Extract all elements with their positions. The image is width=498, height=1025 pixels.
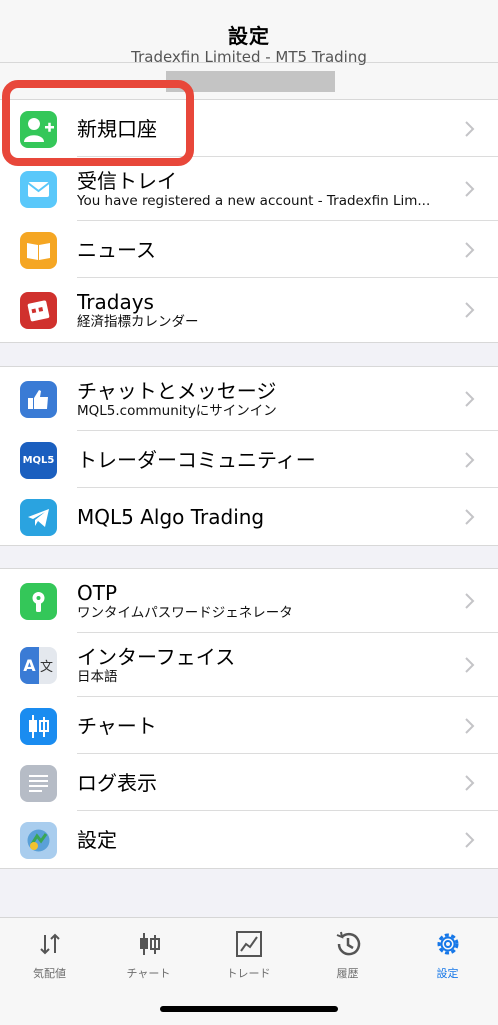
row-otp[interactable]: OTP ワンタイムパスワードジェネレータ [0, 569, 498, 633]
row-title: チャート [77, 713, 157, 738]
quotes-icon [39, 933, 60, 955]
row-subtitle: 経済指標カレンダー [77, 313, 199, 330]
chevron-right-icon [465, 391, 475, 407]
row-subtitle: ワンタイムパスワードジェネレータ [77, 604, 293, 621]
tab-chart[interactable]: チャート [99, 918, 198, 988]
book-icon [20, 231, 57, 269]
chevron-right-icon [465, 451, 475, 468]
tab-history[interactable]: 履歴 [298, 918, 397, 988]
row-community[interactable]: MQL5 トレーダーコミュニティー [0, 431, 498, 488]
settings-section-community: チャットとメッセージ MQL5.communityにサインイン MQL5 トレー… [0, 366, 498, 546]
row-news[interactable]: ニュース [0, 221, 498, 278]
chevron-right-icon [465, 508, 475, 525]
chevron-right-icon [465, 717, 475, 734]
row-journal[interactable]: ログ表示 [0, 754, 498, 811]
row-title: 設定 [77, 827, 117, 852]
translate-icon: A 文 [20, 647, 57, 684]
row-tradays[interactable]: Tradays 経済指標カレンダー [0, 278, 498, 342]
settings-section-app: OTP ワンタイムパスワードジェネレータ A 文 インターフェイス 日本語 チャ… [0, 568, 498, 869]
chevron-right-icon [465, 774, 475, 791]
chart-icon [139, 933, 160, 955]
settings-gear-icon [437, 933, 458, 955]
chevron-right-icon [465, 302, 475, 318]
row-title: ニュース [77, 237, 156, 262]
row-title: インターフェイス [77, 644, 236, 669]
history-icon [336, 931, 360, 956]
row-title: チャットとメッセージ [77, 378, 277, 403]
row-interface[interactable]: A 文 インターフェイス 日本語 [0, 633, 498, 697]
chevron-right-icon [465, 120, 475, 137]
account-info[interactable]: Tradexfin Limited - MT5 Trading [0, 48, 498, 66]
home-indicator [160, 1006, 338, 1012]
log-icon [20, 764, 57, 802]
row-title: Tradays [77, 289, 154, 314]
highlight-annotation [2, 80, 194, 166]
telegram-icon [20, 498, 57, 536]
calendar-icon [20, 292, 57, 329]
tab-trade[interactable]: トレード [199, 918, 298, 988]
chevron-right-icon [465, 593, 475, 609]
row-charts[interactable]: チャート [0, 697, 498, 754]
keyhole-icon [20, 583, 57, 620]
row-title: 受信トレイ [77, 168, 177, 193]
row-chat[interactable]: チャットとメッセージ MQL5.communityにサインイン [0, 367, 498, 431]
page-title: 設定 [228, 24, 270, 48]
tab-quotes[interactable]: 気配値 [0, 918, 99, 988]
chevron-right-icon [465, 831, 475, 848]
chevron-right-icon [465, 657, 475, 673]
app-settings-icon [20, 821, 57, 859]
row-subtitle: You have registered a new account - Trad… [77, 192, 431, 209]
row-title: MQL5 Algo Trading [77, 504, 265, 529]
row-subtitle: MQL5.communityにサインイン [77, 402, 277, 419]
tab-settings[interactable]: 設定 [398, 918, 497, 988]
row-title: OTP [77, 580, 118, 605]
row-title: ログ表示 [77, 770, 157, 795]
trade-icon [235, 931, 262, 957]
candlestick-icon [20, 707, 57, 745]
row-title: トレーダーコミュニティー [77, 447, 316, 472]
row-settings[interactable]: 設定 [0, 811, 498, 868]
mail-icon [20, 171, 57, 208]
row-inbox[interactable]: 受信トレイ You have registered a new account … [0, 157, 498, 221]
chevron-right-icon [465, 241, 475, 258]
thumbs-up-icon [20, 381, 57, 418]
row-subtitle: 日本語 [77, 668, 118, 685]
row-algo-trading[interactable]: MQL5 Algo Trading [0, 488, 498, 545]
mql5-logo-icon: MQL5 [20, 441, 57, 479]
chevron-right-icon [465, 181, 475, 197]
